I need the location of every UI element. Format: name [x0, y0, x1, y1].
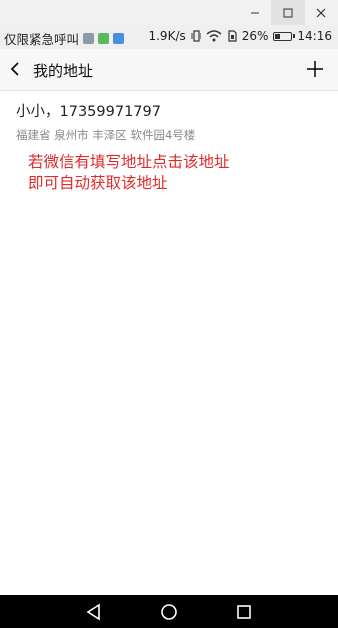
vibrate-icon: [191, 30, 201, 42]
app-header: 我的地址: [0, 49, 338, 91]
app-notification-icon: [113, 33, 125, 44]
minimize-icon: [251, 12, 259, 13]
close-icon: [316, 8, 326, 17]
address-list-item[interactable]: 小小，17359971797 福建省 泉州市 丰泽区 软件园4号楼: [16, 100, 326, 143]
status-left: 仅限紧急呼叫: [4, 29, 125, 48]
sim-icon: [228, 30, 237, 42]
carrier-text: 仅限紧急呼叫: [4, 32, 80, 47]
status-bar: 仅限紧急呼叫 1.9K/s 26% 14:16: [0, 25, 338, 49]
nav-recent-button[interactable]: [234, 602, 254, 622]
window-title-bar: [0, 0, 338, 25]
address-name-phone: 小小，17359971797: [16, 104, 161, 120]
battery-icon: [273, 31, 296, 41]
status-right: 1.9K/s 26% 14:16: [148, 29, 332, 43]
app-notification-icon: [83, 33, 95, 44]
wifi-icon: [206, 30, 222, 42]
battery-fill: [275, 33, 280, 39]
battery-percent: 26%: [241, 29, 269, 43]
chevron-left-icon: [10, 62, 19, 76]
plus-icon: [307, 61, 323, 77]
network-speed: 1.9K/s: [148, 29, 186, 43]
clock: 14:16: [297, 29, 332, 43]
maximize-button[interactable]: [271, 0, 305, 25]
app-notification-icon: [98, 33, 110, 44]
nav-back-button[interactable]: [84, 602, 104, 622]
add-address-button[interactable]: [304, 58, 326, 80]
close-button[interactable]: [304, 0, 338, 25]
square-recent-icon: [237, 605, 251, 619]
annotation-note: 若微信有填写地址点击该地址 即可自动获取该地址: [28, 152, 230, 194]
circle-home-icon: [161, 604, 177, 620]
note-line-1: 若微信有填写地址点击该地址: [28, 153, 230, 171]
address-detail: 福建省 泉州市 丰泽区 软件园4号楼: [16, 128, 196, 142]
back-button[interactable]: [6, 59, 26, 79]
navigation-bar: [0, 595, 338, 628]
page-title: 我的地址: [33, 62, 94, 80]
note-line-2: 即可自动获取该地址: [28, 174, 168, 192]
nav-home-button[interactable]: [159, 602, 179, 622]
maximize-icon: [283, 8, 293, 17]
triangle-back-icon: [86, 603, 100, 621]
minimize-button[interactable]: [238, 0, 272, 25]
